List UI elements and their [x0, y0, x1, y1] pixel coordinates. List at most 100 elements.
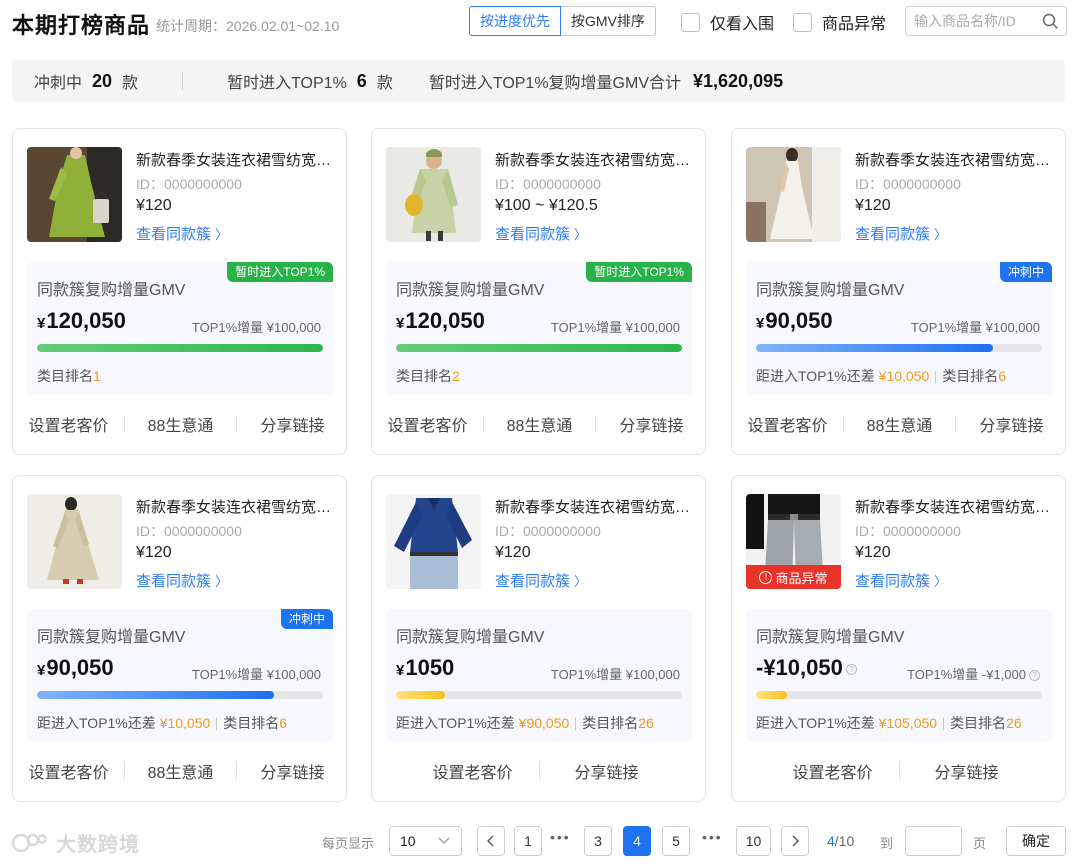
- page-title: 本期打榜商品: [12, 13, 151, 38]
- page-unit-label: 页: [973, 836, 987, 851]
- view-cluster-link[interactable]: 查看同款簇〉: [495, 223, 587, 244]
- view-cluster-label: 查看同款簇: [136, 226, 212, 243]
- top1-text: TOP1%增量 ¥100,000: [910, 320, 1040, 335]
- product-title[interactable]: 新款春季女装连衣裙雪纺宽松显瘦长裙: [136, 496, 336, 517]
- help-icon[interactable]: ?: [1029, 670, 1040, 682]
- set-old-customer-price-button[interactable]: 设置老客价: [766, 759, 899, 783]
- share-link-button[interactable]: 分享链接: [596, 412, 707, 436]
- share-link-button[interactable]: 分享链接: [900, 759, 1033, 783]
- share-link-button[interactable]: 分享链接: [237, 759, 348, 783]
- product-title[interactable]: 新款春季女装连衣裙雪纺宽松显瘦长裙: [495, 149, 695, 170]
- gmv-number: 90,050: [46, 655, 114, 680]
- card-actions: 设置老客价 分享链接: [372, 758, 707, 784]
- prev-page-button[interactable]: [477, 826, 505, 856]
- view-cluster-link[interactable]: 查看同款簇〉: [136, 223, 228, 244]
- product-card: 新款春季女装连衣裙雪纺宽松显瘦长裙 ID：0000000000 ¥120 查看同…: [731, 128, 1066, 455]
- card-actions: 设置老客价 88生意通 分享链接: [13, 758, 348, 784]
- gmv-panel: 同款簇复购增量GMV 暂时进入TOP1% ¥120,050 TOP1%增量 ¥1…: [27, 262, 333, 395]
- product-image[interactable]: [746, 147, 841, 242]
- progress-fill: [756, 691, 788, 699]
- stat-top-unit: 款: [376, 75, 393, 92]
- product-title[interactable]: 新款春季女装连衣裙雪纺宽松显瘦长裙: [495, 496, 695, 517]
- product-image[interactable]: [27, 494, 122, 589]
- next-page-button[interactable]: [781, 826, 809, 856]
- product-title[interactable]: 新款春季女装连衣裙雪纺宽松显瘦长裙: [855, 496, 1055, 517]
- goto-page-input[interactable]: [905, 826, 962, 856]
- 88-business-button[interactable]: 88生意通: [844, 412, 955, 436]
- page-button-5[interactable]: 5: [662, 826, 690, 856]
- gmv-panel: 同款簇复购增量GMV ¥1050 TOP1%增量 ¥100,000 距进入TOP…: [386, 609, 692, 742]
- per-page-select[interactable]: 10: [389, 826, 462, 856]
- stat-top-label: 暂时进入TOP1%: [227, 75, 347, 92]
- gmv-panel-title: 同款簇复购增量GMV: [396, 282, 545, 299]
- product-image[interactable]: [27, 147, 122, 242]
- product-title[interactable]: 新款春季女装连衣裙雪纺宽松显瘦长裙: [136, 149, 336, 170]
- sort-by-progress-button[interactable]: 按进度优先: [469, 6, 561, 36]
- filter-shortlisted-checkbox[interactable]: 仅看入围: [681, 10, 774, 34]
- stat-top-count: 6: [356, 70, 367, 91]
- search-input[interactable]: [914, 13, 1040, 29]
- view-cluster-link[interactable]: 查看同款簇〉: [136, 570, 228, 591]
- chevron-right-icon: 〉: [934, 574, 948, 589]
- product-price: ¥120: [495, 544, 531, 561]
- set-old-customer-price-button[interactable]: 设置老客价: [13, 759, 124, 783]
- gmv-number: 90,050: [765, 308, 833, 333]
- confirm-button[interactable]: 确定: [1006, 826, 1066, 856]
- status-badge: 冲刺中: [999, 262, 1052, 282]
- page-button-4[interactable]: 4: [623, 826, 651, 856]
- rank-value: 26: [1006, 715, 1022, 731]
- 88-business-button[interactable]: 88生意通: [125, 412, 236, 436]
- page-ellipsis[interactable]: •••: [550, 829, 571, 845]
- page-button-10[interactable]: 10: [736, 826, 771, 856]
- currency-symbol: ¥: [37, 315, 46, 332]
- set-old-customer-price-button[interactable]: 设置老客价: [406, 759, 539, 783]
- progress-fill: [37, 691, 275, 699]
- light-coat-photo: [386, 147, 481, 242]
- share-link-button[interactable]: 分享链接: [237, 412, 348, 436]
- search-icon[interactable]: [1042, 13, 1058, 29]
- sort-by-gmv-button[interactable]: 按GMV排序: [561, 6, 656, 36]
- product-image[interactable]: [386, 147, 481, 242]
- card-actions: 设置老客价 88生意通 分享链接: [13, 411, 348, 437]
- view-cluster-link[interactable]: 查看同款簇〉: [855, 570, 947, 591]
- product-price: ¥120: [136, 544, 172, 561]
- gap-label: 距进入TOP1%还差: [396, 715, 515, 731]
- 88-business-button[interactable]: 88生意通: [484, 412, 595, 436]
- view-cluster-label: 查看同款簇: [855, 573, 931, 590]
- set-old-customer-price-button[interactable]: 设置老客价: [732, 412, 843, 436]
- filter-abnormal-label: 商品异常: [822, 16, 887, 33]
- view-cluster-link[interactable]: 查看同款簇〉: [495, 570, 587, 591]
- top1-increment: TOP1%增量 ¥100,000: [551, 664, 680, 683]
- page-button-1[interactable]: 1: [514, 826, 542, 856]
- product-title[interactable]: 新款春季女装连衣裙雪纺宽松显瘦长裙: [855, 149, 1055, 170]
- help-icon[interactable]: ?: [845, 663, 857, 675]
- card-actions: 设置老客价 分享链接: [732, 758, 1067, 784]
- product-image[interactable]: ! 商品异常: [746, 494, 841, 589]
- gmv-value: ¥120,050: [396, 308, 485, 334]
- currency-symbol: ¥: [756, 315, 765, 332]
- set-old-customer-price-button[interactable]: 设置老客价: [13, 412, 124, 436]
- page-button-3[interactable]: 3: [584, 826, 612, 856]
- rank-value: 2: [452, 368, 460, 384]
- status-badge: 冲刺中: [280, 609, 333, 629]
- rank-label: 类目排名: [37, 368, 93, 384]
- view-cluster-label: 查看同款簇: [495, 573, 571, 590]
- page-info: 4/10: [827, 833, 854, 849]
- set-old-customer-price-button[interactable]: 设置老客价: [372, 412, 483, 436]
- gmv-panel-title: 同款簇复购增量GMV: [37, 629, 186, 646]
- share-link-button[interactable]: 分享链接: [956, 412, 1067, 436]
- rank-info: 距进入TOP1%还差 ¥10,050 类目排名6: [37, 713, 287, 733]
- share-link-button[interactable]: 分享链接: [540, 759, 673, 783]
- gap-label: 距进入TOP1%还差: [756, 368, 875, 384]
- product-id: ID：0000000000: [136, 523, 242, 539]
- page-ellipsis[interactable]: •••: [702, 829, 723, 845]
- top1-text: TOP1%增量 ¥100,000: [191, 320, 321, 335]
- currency-symbol: ¥: [37, 662, 46, 679]
- gap-value: ¥10,050: [878, 368, 930, 384]
- filter-abnormal-checkbox[interactable]: 商品异常: [793, 10, 886, 34]
- watermark-text: 大数跨境: [56, 834, 140, 856]
- gap-label: 距进入TOP1%还差: [37, 715, 156, 731]
- 88-business-button[interactable]: 88生意通: [125, 759, 236, 783]
- view-cluster-link[interactable]: 查看同款簇〉: [855, 223, 947, 244]
- product-image[interactable]: [386, 494, 481, 589]
